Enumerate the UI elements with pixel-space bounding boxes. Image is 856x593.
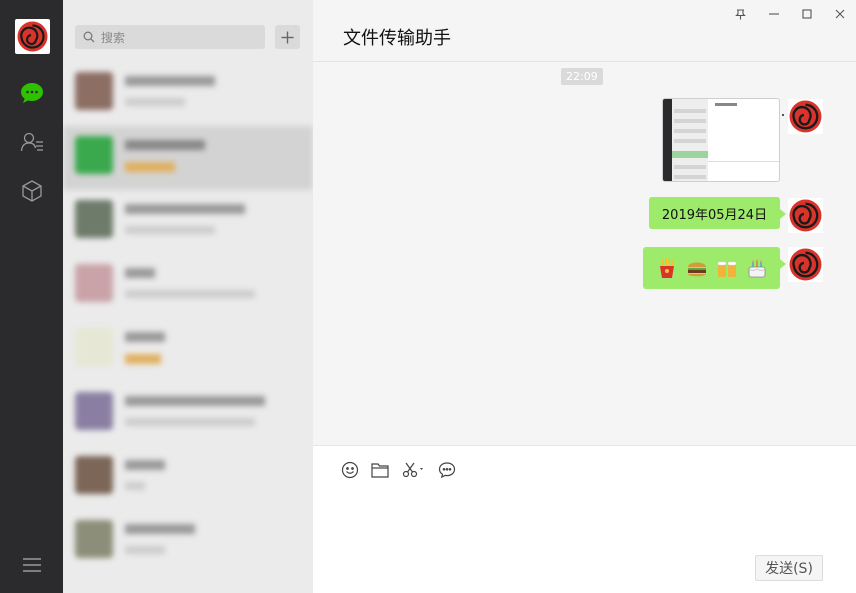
message-timestamp: 22:09 bbox=[561, 68, 603, 85]
close-button[interactable] bbox=[823, 0, 856, 28]
contact-avatar bbox=[75, 520, 113, 558]
search-input[interactable]: 搜索 bbox=[101, 29, 125, 46]
send-file-button[interactable] bbox=[370, 460, 390, 480]
list-item-file-transfer[interactable] bbox=[63, 126, 313, 190]
image-pointer bbox=[782, 114, 784, 116]
chat-nav-icon[interactable] bbox=[19, 80, 45, 106]
swirl-avatar-icon bbox=[789, 100, 822, 133]
chat-title: 文件传输助手 bbox=[343, 28, 451, 49]
add-chat-button[interactable] bbox=[275, 25, 300, 49]
minimize-button[interactable] bbox=[757, 0, 790, 28]
maximize-icon bbox=[801, 9, 812, 19]
chat-list-blurred bbox=[63, 62, 313, 574]
close-icon bbox=[835, 9, 844, 19]
search-icon bbox=[83, 31, 95, 43]
contact-avatar bbox=[75, 456, 113, 494]
burger-icon bbox=[685, 256, 709, 280]
scissors-icon bbox=[402, 462, 423, 478]
beer-icon bbox=[715, 256, 739, 280]
screenshot-button[interactable] bbox=[401, 460, 427, 480]
send-button[interactable]: 发送(S) bbox=[755, 555, 823, 581]
emoji-button[interactable] bbox=[340, 460, 360, 480]
fries-icon bbox=[655, 256, 679, 280]
menu-icon[interactable] bbox=[22, 556, 42, 574]
contact-avatar bbox=[75, 72, 113, 110]
chat-panel: 文件传输助手 22:09 2019年05月24日 发送(S) bbox=[313, 0, 856, 593]
smiley-icon bbox=[341, 461, 359, 479]
list-item[interactable] bbox=[63, 510, 313, 574]
image-message[interactable] bbox=[662, 98, 780, 182]
list-item[interactable] bbox=[63, 62, 313, 126]
left-nav-bar bbox=[0, 0, 63, 593]
list-item[interactable] bbox=[63, 190, 313, 254]
sender-avatar[interactable] bbox=[788, 247, 823, 282]
list-item[interactable] bbox=[63, 446, 313, 510]
contact-avatar bbox=[75, 200, 113, 238]
sender-avatar[interactable] bbox=[788, 99, 823, 134]
maximize-button[interactable] bbox=[790, 0, 823, 28]
emoji-message[interactable] bbox=[643, 247, 786, 289]
chat-history-button[interactable] bbox=[437, 460, 457, 480]
sender-avatar[interactable] bbox=[788, 198, 823, 233]
chat-bubble-icon bbox=[438, 462, 456, 479]
swirl-avatar-icon bbox=[789, 199, 822, 232]
window-controls bbox=[724, 0, 856, 28]
pin-icon bbox=[735, 8, 746, 19]
message-composer[interactable]: 发送(S) bbox=[313, 445, 856, 593]
user-avatar[interactable] bbox=[15, 19, 50, 54]
contact-avatar bbox=[75, 264, 113, 302]
favorites-cube-icon[interactable] bbox=[19, 178, 45, 204]
message-area: 22:09 2019年05月24日 bbox=[313, 62, 856, 445]
search-box[interactable]: 搜索 bbox=[75, 25, 265, 49]
file-transfer-avatar bbox=[75, 136, 113, 174]
chat-header: 文件传输助手 bbox=[313, 0, 856, 62]
session-list-panel: 搜索 bbox=[63, 0, 313, 593]
contacts-nav-icon[interactable] bbox=[19, 129, 45, 155]
contact-avatar bbox=[75, 392, 113, 430]
swirl-avatar-icon bbox=[789, 248, 822, 281]
list-item[interactable] bbox=[63, 382, 313, 446]
plus-icon bbox=[281, 31, 294, 43]
contact-avatar bbox=[75, 328, 113, 366]
cake-icon bbox=[745, 256, 769, 280]
swirl-avatar-icon bbox=[17, 21, 48, 52]
pin-button[interactable] bbox=[724, 0, 757, 28]
list-item[interactable] bbox=[63, 254, 313, 318]
minimize-icon bbox=[768, 13, 779, 15]
wechat-window: 搜索 文件传输助手 22:09 2019年05月24日 发送(S) bbox=[0, 0, 856, 593]
text-message[interactable]: 2019年05月24日 bbox=[649, 197, 786, 229]
folder-icon bbox=[371, 463, 389, 478]
list-item[interactable] bbox=[63, 318, 313, 382]
